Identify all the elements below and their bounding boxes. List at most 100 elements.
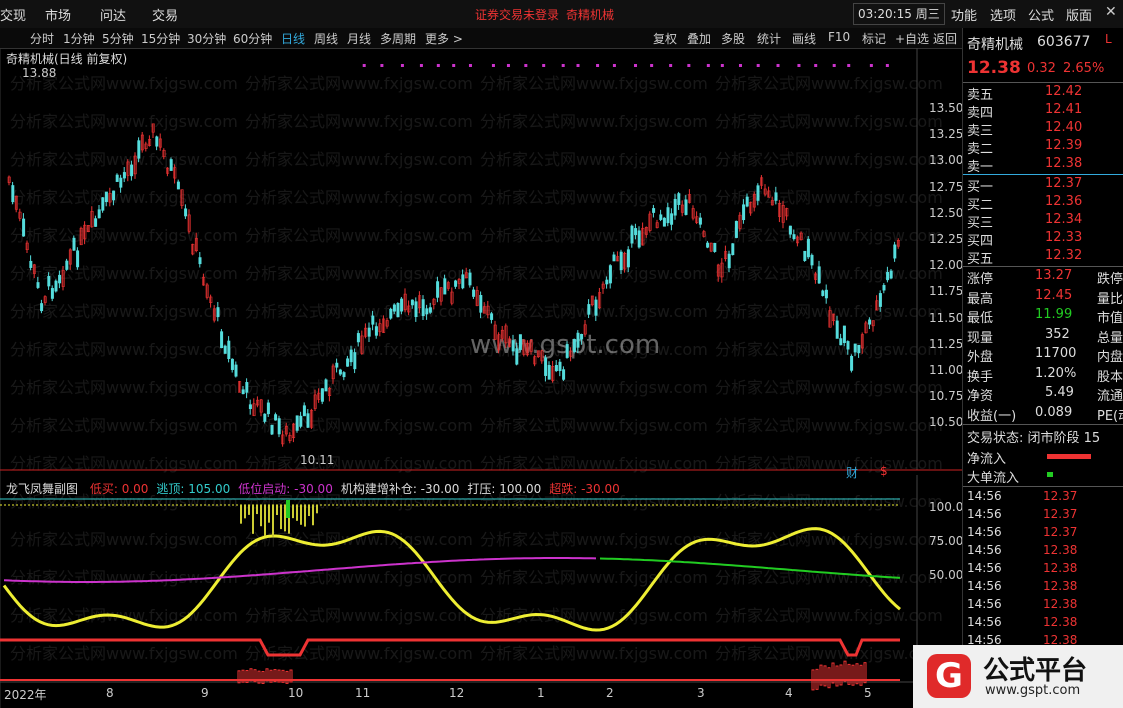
time-tick: 2 bbox=[606, 686, 614, 700]
quote-panel: 奇精机械 603677 L 12.38 0.32 2.65% 卖五 12.42 卖四… bbox=[962, 28, 1123, 708]
bid-label: 买二 bbox=[967, 198, 994, 213]
indicator-legend: 龙飞凤舞副图 低买: 0.00 逃顶: 105.00 低位启动: -30.00 机构建… bbox=[6, 480, 620, 497]
stat-row: 收益(一) 0.089 PE(动 bbox=[967, 404, 1123, 424]
stat-row: 现量 352 总量 bbox=[967, 326, 1123, 346]
bid-price: 12.33 bbox=[1045, 230, 1083, 245]
stat-label-2: 市值 bbox=[1097, 311, 1123, 326]
time-tick: 4 bbox=[785, 686, 793, 700]
time-tick: 12 bbox=[449, 686, 465, 700]
stat-label: 收益(一) bbox=[967, 408, 1017, 424]
bid-row[interactable]: 买三 12.34 bbox=[967, 212, 1122, 231]
tick-time: 14:56 bbox=[967, 579, 1002, 593]
bid-row[interactable]: 买一 12.37 bbox=[967, 176, 1122, 195]
stat-value: 1.20% bbox=[1035, 365, 1077, 381]
tick-row: 14:56 12.38 bbox=[967, 597, 1122, 615]
stat-label: 现量 bbox=[967, 330, 994, 346]
price-change: 0.32 bbox=[1027, 61, 1056, 76]
time-tick: 10 bbox=[288, 686, 304, 700]
tick-row: 14:56 12.38 bbox=[967, 543, 1122, 561]
time-tick: 3 bbox=[697, 686, 705, 700]
ask-label: 卖五 bbox=[967, 88, 994, 103]
bid-price: 12.34 bbox=[1045, 212, 1083, 227]
stat-label-2: PE(动 bbox=[1097, 408, 1123, 424]
time-tick: 1 bbox=[537, 686, 545, 700]
stat-value: 352 bbox=[1045, 326, 1070, 342]
stat-label: 最高 bbox=[967, 291, 994, 307]
big-order-label: 大单流入 bbox=[967, 471, 1020, 486]
bid-row[interactable]: 买四 12.33 bbox=[967, 230, 1122, 249]
ask-row[interactable]: 卖五 12.42 bbox=[967, 84, 1122, 103]
tick-time: 14:56 bbox=[967, 615, 1002, 629]
tick-time: 14:56 bbox=[967, 543, 1002, 557]
ask-price: 12.39 bbox=[1045, 138, 1083, 153]
bid-price: 12.36 bbox=[1045, 194, 1083, 209]
bid-price: 12.37 bbox=[1045, 176, 1083, 191]
high-label: 13.88 bbox=[22, 66, 57, 80]
indicator-value: 逃顶: 105.00 bbox=[156, 482, 231, 496]
price-tick: 13.25 bbox=[929, 127, 964, 142]
price-tick: 10.75 bbox=[929, 389, 964, 404]
net-inflow-label: 净流入 bbox=[967, 452, 1007, 467]
indicator-value: 超跌: -30.00 bbox=[549, 482, 620, 496]
ask-price: 12.42 bbox=[1045, 84, 1083, 99]
tick-row: 14:56 12.37 bbox=[967, 525, 1122, 543]
time-tick: 2022年 bbox=[4, 688, 47, 702]
bid-label: 买五 bbox=[967, 252, 994, 267]
time-tick: 9 bbox=[201, 686, 209, 700]
price-tick: 11.25 bbox=[929, 336, 964, 351]
finance-marker[interactable]: 财 bbox=[846, 464, 858, 481]
tick-time: 14:56 bbox=[967, 561, 1002, 575]
tick-time: 14:56 bbox=[967, 525, 1002, 539]
stat-row: 换手 1.20% 股本 bbox=[967, 365, 1123, 385]
price-tick: 10.50 bbox=[929, 415, 964, 430]
price-tick: 13.50 bbox=[929, 101, 964, 115]
price-tick: 11.50 bbox=[929, 310, 964, 325]
price-tick: 12.00 bbox=[929, 258, 964, 273]
ask-row[interactable]: 卖四 12.41 bbox=[967, 102, 1122, 121]
ask-label: 卖四 bbox=[967, 106, 994, 121]
bid-row[interactable]: 买二 12.36 bbox=[967, 194, 1122, 213]
ask-label: 卖二 bbox=[967, 142, 994, 157]
stock-flag: L bbox=[1105, 32, 1112, 46]
menu-formula[interactable]: 公式 bbox=[1028, 5, 1054, 24]
ask-row[interactable]: 卖三 12.40 bbox=[967, 120, 1122, 139]
dividend-marker[interactable]: $ bbox=[880, 464, 888, 478]
tick-price: 12.38 bbox=[1043, 579, 1078, 593]
low-label: 10.11 bbox=[300, 453, 335, 467]
tick-price: 12.37 bbox=[1043, 507, 1078, 521]
stock-name: 奇精机械 bbox=[967, 37, 1023, 53]
price-tick: 12.75 bbox=[929, 179, 964, 194]
tick-price: 12.37 bbox=[1043, 525, 1078, 539]
tick-row: 14:56 12.38 bbox=[967, 561, 1122, 579]
kline-chart[interactable] bbox=[0, 0, 962, 708]
bid-label: 买三 bbox=[967, 216, 994, 231]
indicator-lines bbox=[0, 498, 901, 691]
tick-row: 14:56 12.38 bbox=[967, 579, 1122, 597]
stat-label-2: 流通 bbox=[1097, 389, 1123, 404]
menu-layout[interactable]: 版面 bbox=[1066, 5, 1092, 24]
stat-row: 净资 5.49 流通 bbox=[967, 385, 1123, 404]
gspt-logo: G 公式平台 www.gspt.com bbox=[913, 645, 1123, 708]
stat-label: 最低 bbox=[967, 311, 994, 326]
close-icon[interactable]: ✕ bbox=[1105, 4, 1117, 20]
ask-price: 12.40 bbox=[1045, 120, 1083, 135]
stat-label: 涨停 bbox=[967, 272, 994, 287]
menu-options[interactable]: 选项 bbox=[990, 5, 1016, 24]
stat-label: 换手 bbox=[967, 369, 994, 385]
bid-label: 买四 bbox=[967, 234, 994, 249]
tick-price: 12.37 bbox=[1043, 489, 1078, 503]
trade-status: 交易状态: 闭市阶段 15 bbox=[967, 431, 1101, 446]
tick-row: 14:56 12.38 bbox=[967, 615, 1122, 633]
ask-row[interactable]: 卖二 12.39 bbox=[967, 138, 1122, 157]
indicator-name[interactable]: 龙飞凤舞副图 bbox=[6, 482, 78, 496]
stat-value: 0.089 bbox=[1035, 404, 1073, 420]
net-inflow-bar bbox=[1047, 454, 1091, 459]
candles bbox=[7, 64, 900, 447]
stat-label-2: 内盘 bbox=[1097, 350, 1123, 365]
indicator-tick: 100.0 bbox=[929, 500, 964, 514]
bid-row[interactable]: 买五 12.32 bbox=[967, 248, 1122, 267]
ask-row[interactable]: 卖一 12.38 bbox=[967, 156, 1122, 175]
price-tick: 12.25 bbox=[929, 232, 964, 246]
logo-url: www.gspt.com bbox=[985, 683, 1081, 698]
tick-time: 14:56 bbox=[967, 597, 1002, 611]
